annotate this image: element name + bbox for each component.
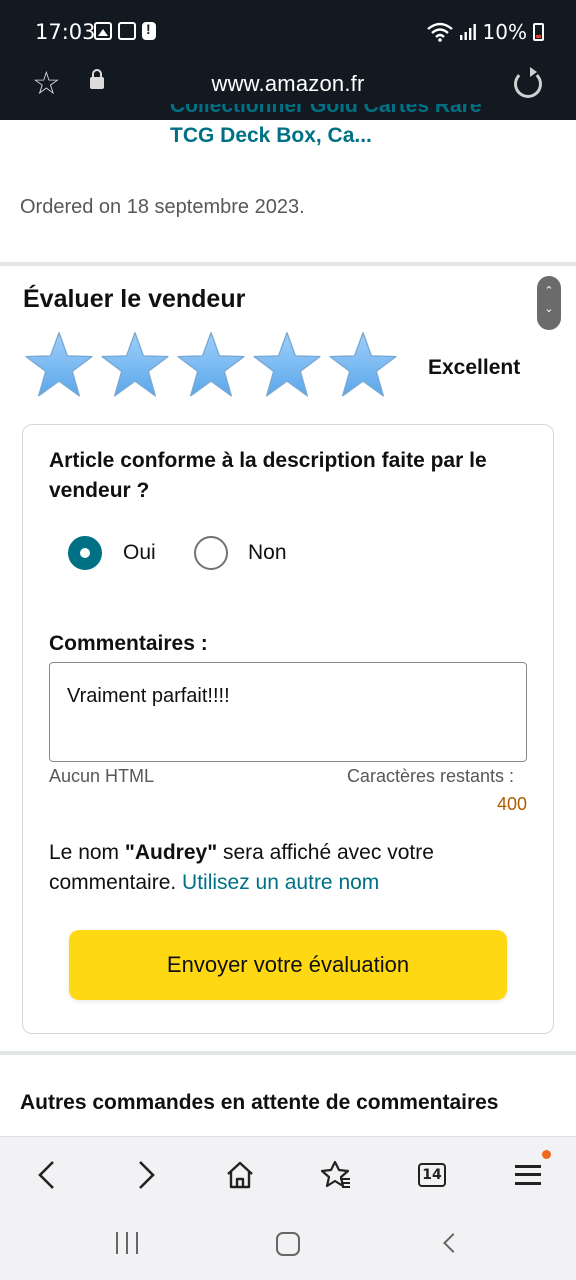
display-name: "Audrey" [124, 841, 218, 864]
rating-star-icon[interactable] [24, 330, 94, 400]
comments-label: Commentaires : [49, 632, 208, 655]
product-title-line2: TCG Deck Box, Ca... [170, 124, 372, 147]
rate-seller-heading: Évaluer le vendeur [23, 285, 246, 313]
comments-textarea[interactable] [49, 662, 527, 762]
conformity-question: Article conforme à la description faite … [49, 449, 487, 502]
tabs-count: 14 [418, 1163, 446, 1187]
product-title-line1: Collectionner Gold Cartes Rare [170, 104, 482, 117]
forward-icon[interactable] [126, 1155, 166, 1195]
alert-icon [142, 21, 156, 40]
star-rating[interactable] [24, 330, 398, 400]
submit-rating-button[interactable]: Envoyer votre évaluation [69, 930, 507, 1000]
recent-apps-icon[interactable] [116, 1232, 138, 1254]
status-bar: 17:03 10% [0, 0, 576, 64]
remaining-chars-label: Caractères restants : [346, 766, 514, 786]
scroll-handle[interactable]: ⌃ ⌄ [537, 276, 561, 330]
bookmarks-icon[interactable] [316, 1155, 356, 1195]
home-icon[interactable] [220, 1155, 260, 1195]
product-title-link[interactable]: Collectionner Gold Cartes Rare TCG Deck … [170, 104, 550, 151]
menu-icon[interactable] [508, 1155, 548, 1195]
status-time: 17:03 [35, 20, 96, 44]
system-nav-bar [0, 1212, 576, 1280]
radio-yes-label[interactable]: Oui [123, 541, 156, 565]
back-button-icon[interactable] [443, 1233, 463, 1253]
pending-orders-heading: Autres commandes en attente de commentai… [20, 1091, 499, 1114]
notification-icons [94, 21, 156, 40]
radio-no-label[interactable]: Non [248, 541, 287, 565]
wifi-icon [426, 22, 453, 42]
menu-notification-dot [542, 1150, 551, 1159]
rating-star-icon[interactable] [328, 330, 398, 400]
browser-toolbar: 14 [0, 1136, 576, 1212]
rating-star-icon[interactable] [100, 330, 170, 400]
signal-icon [459, 24, 476, 40]
tabs-icon[interactable]: 14 [412, 1155, 452, 1195]
back-icon[interactable] [27, 1155, 67, 1195]
rating-label: Excellent [428, 356, 521, 379]
reload-icon[interactable] [514, 67, 542, 98]
use-other-name-link[interactable]: Utilisez un autre nom [182, 871, 379, 894]
rating-star-icon[interactable] [176, 330, 246, 400]
home-button-icon[interactable] [276, 1232, 300, 1256]
outlook-icon [118, 22, 136, 40]
battery-percent: 10% [482, 20, 527, 44]
radio-no[interactable] [194, 536, 228, 570]
section-divider [0, 262, 576, 266]
status-right: 10% [426, 20, 544, 44]
gallery-icon [94, 22, 112, 40]
rating-star-icon[interactable] [252, 330, 322, 400]
section-divider [0, 1051, 576, 1055]
url-text[interactable]: www.amazon.fr [0, 71, 576, 97]
display-name-note: Le nom "Audrey" sera affiché avec votre … [49, 841, 434, 894]
remaining-chars-count: 400 [496, 794, 527, 814]
battery-icon [533, 23, 544, 41]
no-html-note: Aucun HTML [49, 766, 155, 786]
radio-yes[interactable] [68, 536, 102, 570]
order-date: Ordered on 18 septembre 2023. [20, 196, 305, 218]
